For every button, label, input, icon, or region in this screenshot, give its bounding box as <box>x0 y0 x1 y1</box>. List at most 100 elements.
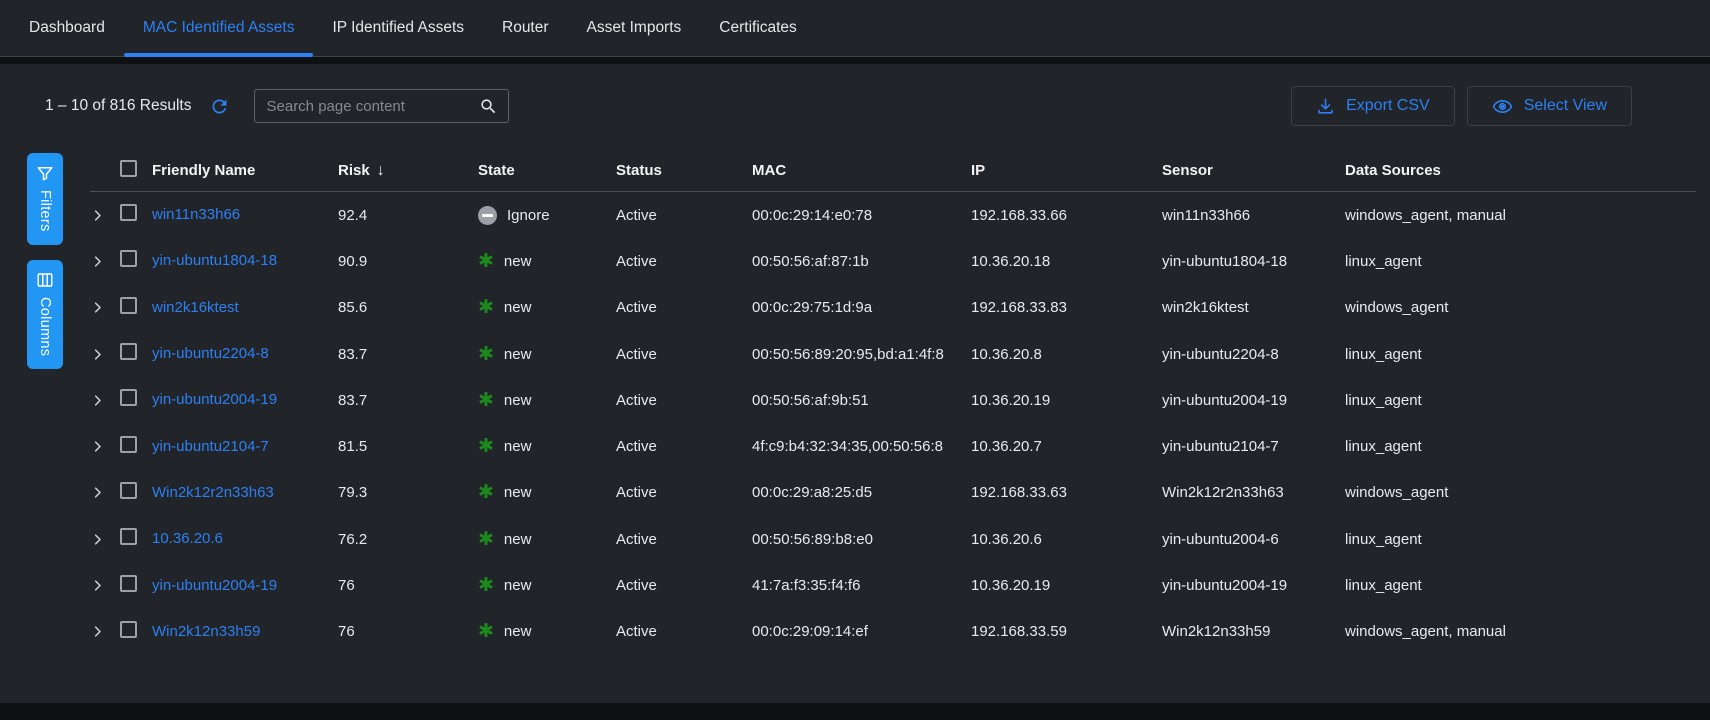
ip-value: 10.36.20.19 <box>971 577 1162 594</box>
friendly-name-link[interactable]: 10.36.20.6 <box>152 530 223 547</box>
column-header-risk[interactable]: Risk↓ <box>338 162 478 180</box>
friendly-name-link[interactable]: win11n33h66 <box>152 206 240 223</box>
column-header-state[interactable]: State <box>478 162 616 179</box>
new-state-icon: ✱ <box>478 391 494 410</box>
table-row: yin-ubuntu2004-19 76 ✱ new Active 41:7a:… <box>90 562 1696 608</box>
expand-row-chevron-icon[interactable] <box>90 208 120 223</box>
tab-dashboard[interactable]: Dashboard <box>10 0 124 56</box>
risk-value: 81.5 <box>338 438 478 455</box>
expand-row-chevron-icon[interactable] <box>90 532 120 547</box>
download-icon <box>1316 97 1335 116</box>
friendly-name-link[interactable]: win2k16ktest <box>152 299 239 316</box>
columns-button-label: Columns <box>37 297 53 356</box>
expand-row-chevron-icon[interactable] <box>90 439 120 454</box>
expand-row-chevron-icon[interactable] <box>90 624 120 639</box>
new-state-icon: ✱ <box>478 437 494 456</box>
new-state-icon: ✱ <box>478 530 494 549</box>
column-header-ip[interactable]: IP <box>971 162 1162 179</box>
risk-value: 76 <box>338 577 478 594</box>
sensor-value: win11n33h66 <box>1162 207 1345 224</box>
tab-asset-imports[interactable]: Asset Imports <box>568 0 701 56</box>
table-row: yin-ubuntu2204-8 83.7 ✱ new Active 00:50… <box>90 331 1696 377</box>
sensor-value: yin-ubuntu2104-7 <box>1162 438 1345 455</box>
expand-row-chevron-icon[interactable] <box>90 393 120 408</box>
mac-value: 41:7a:f3:35:f4:f6 <box>752 577 971 594</box>
search-box[interactable] <box>254 89 509 123</box>
row-checkbox[interactable] <box>120 204 137 221</box>
select-view-label: Select View <box>1524 97 1607 115</box>
column-header-mac[interactable]: MAC <box>752 162 971 179</box>
tab-mac-identified-assets[interactable]: MAC Identified Assets <box>124 0 314 56</box>
filters-button-label: Filters <box>37 190 53 232</box>
select-view-button[interactable]: Select View <box>1467 86 1632 126</box>
search-input[interactable] <box>255 98 479 115</box>
ignore-state-icon <box>478 206 497 225</box>
row-checkbox[interactable] <box>120 528 137 545</box>
row-checkbox[interactable] <box>120 343 137 360</box>
content-panel: 1 – 10 of 816 Results Export CSV <box>0 64 1710 703</box>
ip-value: 192.168.33.83 <box>971 299 1162 316</box>
filters-button[interactable]: Filters <box>27 153 63 245</box>
tab-bar: Dashboard MAC Identified Assets IP Ident… <box>0 0 1710 57</box>
new-state-icon: ✱ <box>478 622 494 641</box>
friendly-name-link[interactable]: yin-ubuntu2004-19 <box>152 577 277 594</box>
friendly-name-link[interactable]: Win2k12r2n33h63 <box>152 484 274 501</box>
new-state-icon: ✱ <box>478 576 494 595</box>
eye-icon <box>1492 96 1513 117</box>
columns-button[interactable]: Columns <box>27 260 63 369</box>
row-checkbox[interactable] <box>120 575 137 592</box>
friendly-name-link[interactable]: yin-ubuntu2004-19 <box>152 391 277 408</box>
row-checkbox[interactable] <box>120 297 137 314</box>
status-value: Active <box>616 484 752 501</box>
row-checkbox[interactable] <box>120 436 137 453</box>
search-icon[interactable] <box>479 97 498 116</box>
refresh-icon[interactable] <box>208 94 232 118</box>
friendly-name-link[interactable]: yin-ubuntu1804-18 <box>152 252 277 269</box>
new-state-icon: ✱ <box>478 252 494 271</box>
column-header-status[interactable]: Status <box>616 162 752 179</box>
data-sources-value: windows_agent, manual <box>1345 207 1696 224</box>
friendly-name-link[interactable]: yin-ubuntu2104-7 <box>152 438 269 455</box>
expand-row-chevron-icon[interactable] <box>90 300 120 315</box>
state-label: new <box>504 484 532 501</box>
status-value: Active <box>616 438 752 455</box>
mac-value: 00:50:56:89:20:95,bd:a1:4f:8 <box>752 346 971 363</box>
table-row: win11n33h66 92.4 Ignore Active 00:0c:29:… <box>90 192 1696 238</box>
export-csv-button[interactable]: Export CSV <box>1291 86 1455 126</box>
data-sources-value: linux_agent <box>1345 346 1696 363</box>
row-checkbox[interactable] <box>120 250 137 267</box>
table-row: yin-ubuntu2004-19 83.7 ✱ new Active 00:5… <box>90 377 1696 423</box>
expand-row-chevron-icon[interactable] <box>90 578 120 593</box>
column-header-sensor[interactable]: Sensor <box>1162 162 1345 179</box>
sensor-value: yin-ubuntu2204-8 <box>1162 346 1345 363</box>
status-value: Active <box>616 392 752 409</box>
select-all-checkbox[interactable] <box>120 160 137 177</box>
expand-row-chevron-icon[interactable] <box>90 347 120 362</box>
sensor-value: win2k16ktest <box>1162 299 1345 316</box>
status-value: Active <box>616 623 752 640</box>
mac-value: 00:0c:29:14:e0:78 <box>752 207 971 224</box>
table-row: 10.36.20.6 76.2 ✱ new Active 00:50:56:89… <box>90 516 1696 562</box>
expand-row-chevron-icon[interactable] <box>90 485 120 500</box>
sensor-value: yin-ubuntu1804-18 <box>1162 253 1345 270</box>
side-rail: Filters Columns <box>27 153 63 369</box>
state-label: new <box>504 299 532 316</box>
expand-row-chevron-icon[interactable] <box>90 254 120 269</box>
table-header-row: Friendly Name Risk↓ State Status MAC IP … <box>90 150 1696 192</box>
friendly-name-link[interactable]: yin-ubuntu2204-8 <box>152 345 269 362</box>
tab-certificates[interactable]: Certificates <box>700 0 816 56</box>
tab-ip-identified-assets[interactable]: IP Identified Assets <box>313 0 483 56</box>
sort-descending-icon[interactable]: ↓ <box>377 162 385 179</box>
table-row: Win2k12n33h59 76 ✱ new Active 00:0c:29:0… <box>90 609 1696 655</box>
column-header-friendly-name[interactable]: Friendly Name <box>152 162 338 179</box>
friendly-name-link[interactable]: Win2k12n33h59 <box>152 623 260 640</box>
row-checkbox[interactable] <box>120 389 137 406</box>
new-state-icon: ✱ <box>478 345 494 364</box>
tab-router[interactable]: Router <box>483 0 568 56</box>
row-checkbox[interactable] <box>120 482 137 499</box>
columns-icon <box>36 271 54 289</box>
row-checkbox[interactable] <box>120 621 137 638</box>
mac-value: 4f:c9:b4:32:34:35,00:50:56:8 <box>752 438 971 455</box>
risk-value: 79.3 <box>338 484 478 501</box>
column-header-data-sources[interactable]: Data Sources <box>1345 162 1696 179</box>
